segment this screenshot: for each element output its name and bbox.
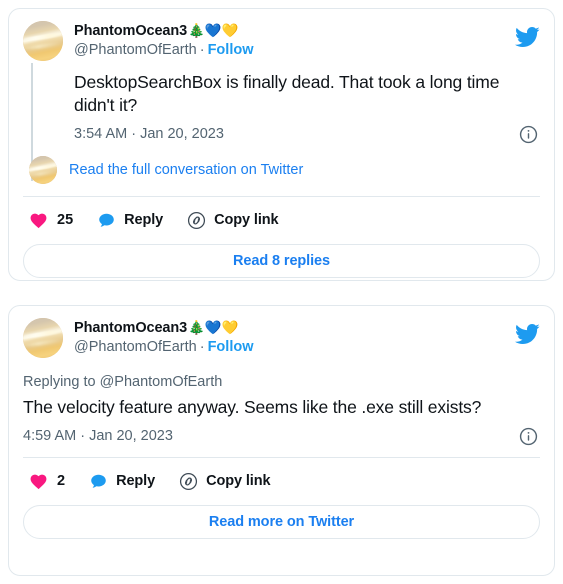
author-name-block: PhantomOcean3 🎄💙💛 @PhantomOfEarth · Follow	[74, 21, 254, 60]
tweet-meta-row: 4:59 AM · Jan 20, 2023	[23, 426, 538, 446]
heart-icon	[29, 211, 48, 230]
twitter-bird-icon[interactable]	[514, 321, 540, 347]
like-count: 2	[57, 473, 66, 489]
divider	[23, 457, 540, 458]
avatar[interactable]	[23, 21, 63, 61]
link-chain-icon	[179, 472, 198, 491]
avatar-small[interactable]	[29, 156, 57, 184]
conversation-row[interactable]: Read the full conversation on Twitter	[21, 156, 542, 184]
name-emoji-icons: 🎄💙💛	[188, 23, 239, 38]
replying-to-label[interactable]: Replying to @PhantomOfEarth	[23, 372, 538, 392]
read-replies-label: Read 8 replies	[233, 253, 330, 269]
speech-bubble-icon	[97, 211, 116, 230]
author-display-name-text: PhantomOcean3	[74, 23, 188, 39]
avatar[interactable]	[23, 318, 63, 358]
read-more-label: Read more on Twitter	[208, 514, 355, 530]
author-display-name-text: PhantomOcean3	[74, 320, 188, 336]
author-display-name[interactable]: PhantomOcean3 🎄💙💛	[74, 319, 254, 337]
tweet-meta-row: 3:54 AM · Jan 20, 2023	[74, 124, 538, 144]
tweet-body: DesktopSearchBox is finally dead. That t…	[21, 71, 542, 144]
handle-separator: ·	[199, 42, 205, 58]
reply-button[interactable]: Reply	[97, 211, 163, 230]
tweet-card[interactable]: PhantomOcean3 🎄💙💛 @PhantomOfEarth · Follow…	[8, 305, 555, 576]
twitter-bird-icon[interactable]	[514, 24, 540, 50]
handle-separator: ·	[199, 339, 205, 355]
tweet-text: The velocity feature anyway. Seems like …	[23, 397, 482, 417]
copy-link-button[interactable]: Copy link	[179, 472, 271, 491]
name-emoji-icons: 🎄💙💛	[188, 320, 239, 335]
tweet-action-bar: 2 Reply Copy link	[21, 468, 542, 494]
saturn-planet-avatar	[29, 156, 57, 184]
reply-label: Reply	[124, 212, 164, 228]
tweet-header: PhantomOcean3 🎄💙💛 @PhantomOfEarth · Follow	[21, 318, 542, 358]
tweet-card[interactable]: PhantomOcean3 🎄💙💛 @PhantomOfEarth · Follow…	[8, 8, 555, 281]
like-count: 25	[57, 212, 74, 228]
read-conversation-link[interactable]: Read the full conversation on Twitter	[69, 160, 303, 180]
info-circle-icon[interactable]	[519, 125, 538, 144]
tweet-action-bar: 25 Reply Copy link	[21, 207, 542, 233]
heart-icon	[29, 472, 48, 491]
tweet-body: Replying to @PhantomOfEarth The velocity…	[21, 372, 542, 446]
copy-link-button[interactable]: Copy link	[187, 211, 279, 230]
copy-link-label: Copy link	[206, 473, 271, 489]
tweet-timestamp: 4:59 AM · Jan 20, 2023	[23, 428, 173, 444]
author-handle-row: @PhantomOfEarth · Follow	[74, 338, 254, 357]
read-replies-button[interactable]: Read 8 replies	[23, 244, 540, 278]
saturn-planet-avatar	[23, 21, 63, 61]
tweet-header: PhantomOcean3 🎄💙💛 @PhantomOfEarth · Follow	[21, 21, 542, 61]
author-handle[interactable]: @PhantomOfEarth	[74, 42, 197, 58]
reply-button[interactable]: Reply	[89, 472, 155, 491]
divider	[23, 196, 540, 197]
read-more-button[interactable]: Read more on Twitter	[23, 505, 540, 539]
author-handle-row: @PhantomOfEarth · Follow	[74, 41, 254, 60]
author-handle[interactable]: @PhantomOfEarth	[74, 339, 197, 355]
info-circle-icon[interactable]	[519, 427, 538, 446]
like-button[interactable]: 2	[29, 472, 65, 491]
link-chain-icon	[187, 211, 206, 230]
follow-button[interactable]: Follow	[208, 339, 254, 355]
author-name-block: PhantomOcean3 🎄💙💛 @PhantomOfEarth · Follow	[74, 318, 254, 357]
speech-bubble-icon	[89, 472, 108, 491]
author-display-name[interactable]: PhantomOcean3 🎄💙💛	[74, 22, 254, 40]
copy-link-label: Copy link	[214, 212, 279, 228]
saturn-planet-avatar	[23, 318, 63, 358]
like-button[interactable]: 25	[29, 211, 73, 230]
tweet-timestamp: 3:54 AM · Jan 20, 2023	[74, 126, 224, 142]
embedded-tweets-page: PhantomOcean3 🎄💙💛 @PhantomOfEarth · Follow…	[0, 0, 563, 584]
follow-button[interactable]: Follow	[208, 42, 254, 58]
tweet-text: DesktopSearchBox is finally dead. That t…	[74, 72, 500, 115]
reply-label: Reply	[116, 473, 156, 489]
